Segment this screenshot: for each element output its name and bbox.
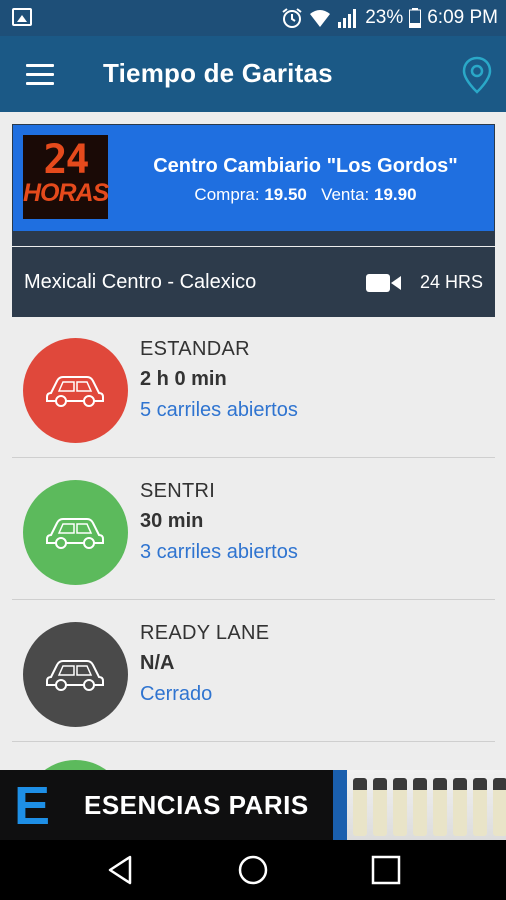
lane-item-ready-lane[interactable]: READY LANE N/A Cerrado: [12, 602, 495, 742]
lane-type: READY LANE: [140, 622, 270, 644]
location-pin-icon[interactable]: [462, 56, 492, 94]
lane-wait-time: N/A: [140, 652, 175, 674]
exchange-promo-banner[interactable]: 24 HORAS Centro Cambiario "Los Gordos" C…: [12, 124, 495, 232]
video-camera-icon[interactable]: [366, 274, 402, 292]
lane-item-sentri[interactable]: SENTRI 30 min 3 carriles abiertos: [12, 460, 495, 600]
navigation-bar: [0, 840, 506, 900]
status-bar: 23% 6:09 PM: [0, 0, 506, 36]
ad-divider: [333, 770, 347, 840]
home-icon[interactable]: [236, 854, 270, 886]
lane-wait-time: 2 h 0 min: [140, 368, 227, 390]
battery-icon: [409, 8, 422, 28]
status-icons: 23% 6:09 PM: [281, 6, 498, 30]
lane-type: ESTANDAR: [140, 338, 250, 360]
battery-percent: 23%: [365, 7, 404, 28]
crossing-name: Mexicali Centro - Calexico: [24, 271, 257, 293]
crossing-header: Mexicali Centro - Calexico 24 HRS: [12, 247, 495, 317]
page-title: Tiempo de Garitas: [103, 58, 333, 88]
lane-open-count: 3 carriles abiertos: [140, 541, 298, 563]
car-icon: [46, 376, 104, 407]
lane-type: SENTRI: [140, 480, 216, 502]
lane-status-circle: [23, 338, 128, 443]
banner-divider: [12, 232, 495, 246]
back-icon[interactable]: [104, 854, 138, 886]
recents-icon[interactable]: [369, 854, 403, 886]
ad-text: ESENCIAS PARIS: [84, 790, 309, 820]
lane-open-count: Cerrado: [140, 683, 213, 705]
car-icon: [46, 518, 104, 549]
promo-business-name: Centro Cambiario "Los Gordos": [153, 155, 458, 177]
signal-icon: [338, 9, 357, 28]
lane-status-circle: [23, 480, 128, 585]
lane-item-estandar[interactable]: ESTANDAR 2 h 0 min 5 carriles abiertos: [12, 318, 495, 458]
lane-open-count: 5 carriles abiertos: [140, 399, 298, 421]
menu-icon[interactable]: [26, 64, 54, 86]
crossing-hours: 24 HRS: [419, 272, 483, 292]
promo-rates: Compra: 19.50 Venta: 19.90: [194, 185, 417, 204]
image-icon: [12, 8, 32, 26]
lane-wait-time: 30 min: [140, 510, 204, 532]
clock: 6:09 PM: [427, 7, 498, 28]
car-icon: [46, 660, 104, 691]
wifi-icon: [310, 10, 331, 27]
ad-product-image: [347, 770, 506, 840]
lane-status-circle: [23, 622, 128, 727]
app-bar: Tiempo de Garitas: [0, 36, 506, 112]
ad-logo-letter: E: [14, 776, 51, 836]
promo-logo: 24 HORAS: [23, 135, 109, 219]
ad-banner[interactable]: E ESENCIAS PARIS: [0, 770, 506, 840]
ad-brand: E ESENCIAS PARIS: [0, 770, 333, 840]
alarm-icon: [282, 8, 302, 28]
